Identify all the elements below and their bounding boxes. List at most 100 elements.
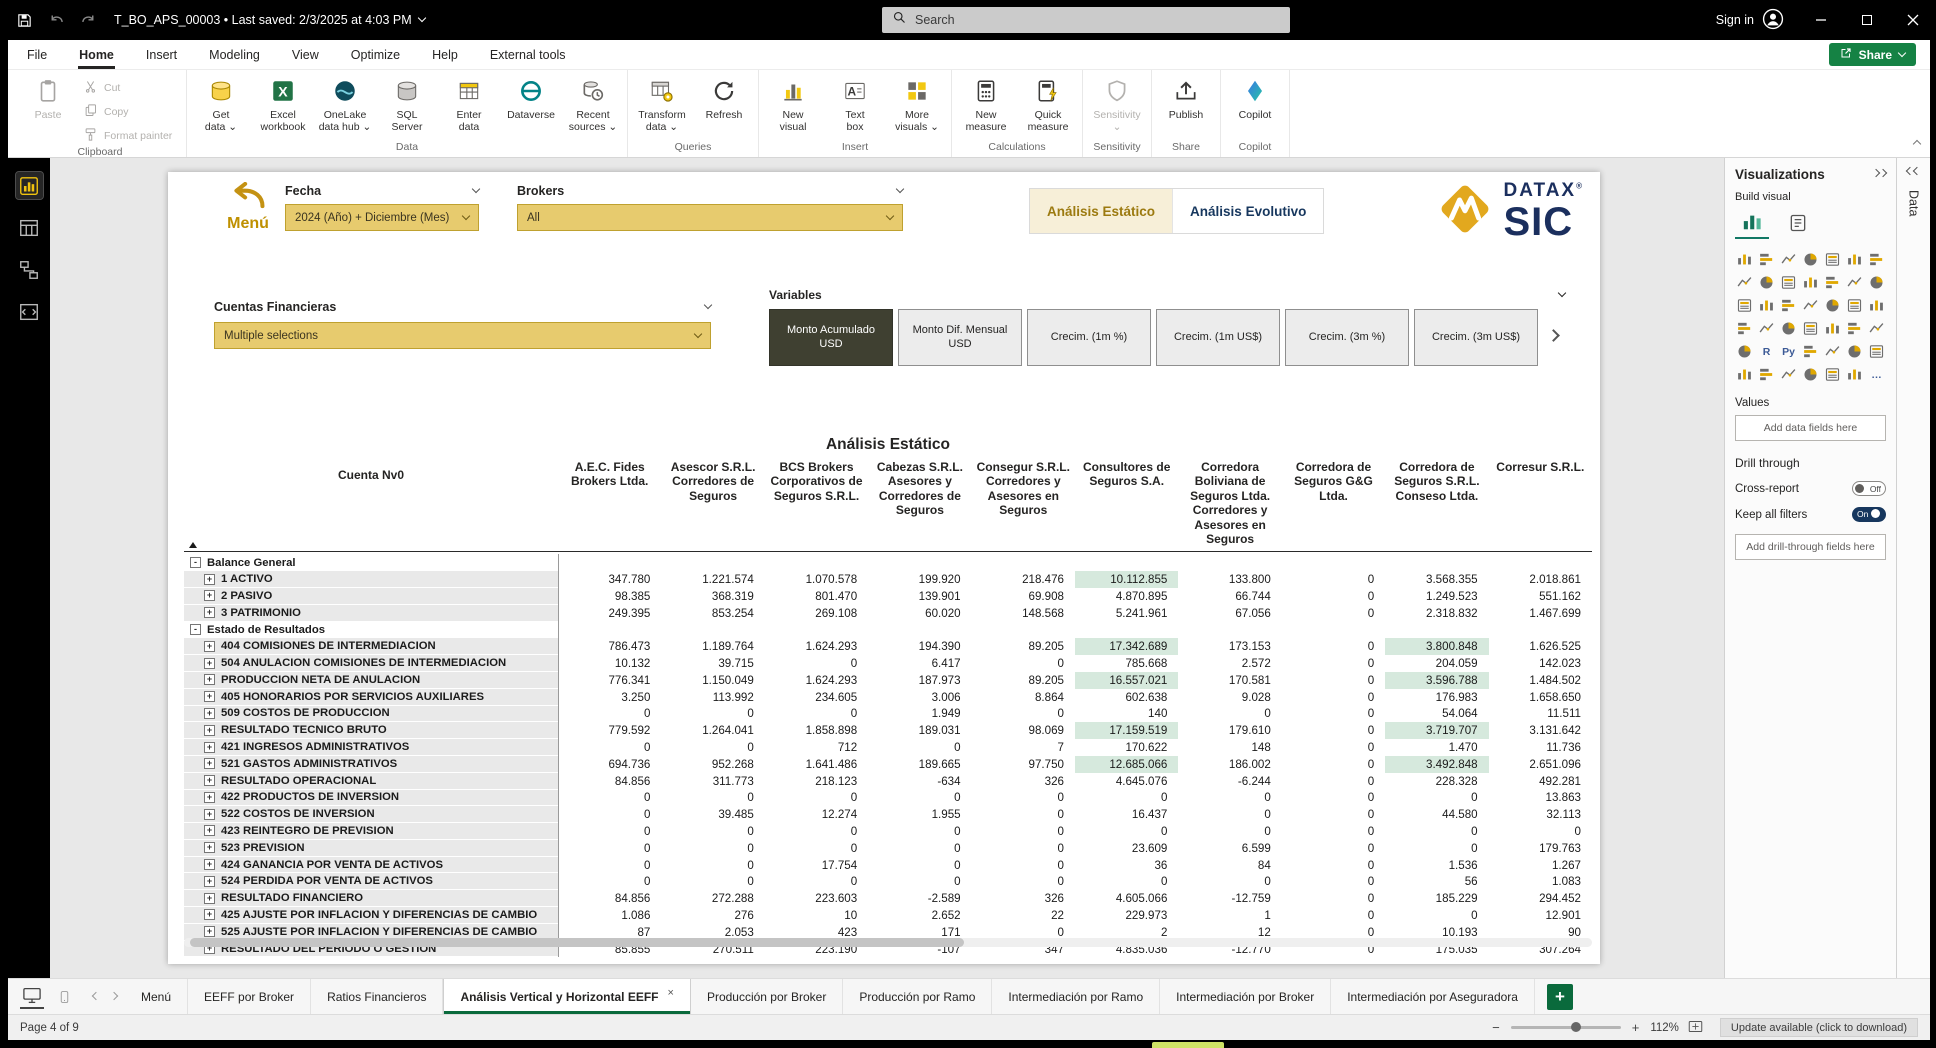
azure-map-icon[interactable] xyxy=(1735,319,1754,338)
100%-stacked-column-chart-icon[interactable] xyxy=(1845,250,1864,269)
column-header[interactable]: A.E.C. Fides Brokers Ltda. xyxy=(558,458,661,548)
mobile-view-icon[interactable] xyxy=(56,985,73,1009)
chevron-down-icon[interactable] xyxy=(472,185,480,193)
search-input[interactable] xyxy=(915,13,1280,27)
key-influencers-icon[interactable] xyxy=(1801,342,1820,361)
variable-button-monto-dif-mensual-usd[interactable]: Monto Dif. Mensual USD xyxy=(898,309,1022,366)
expand-icon[interactable]: + xyxy=(204,708,215,719)
expand-icon[interactable]: + xyxy=(204,658,215,669)
chevron-down-icon[interactable] xyxy=(1558,289,1566,297)
scrollbar-thumb[interactable] xyxy=(190,938,964,947)
ribbon-item-excel-workbook[interactable]: XExcelworkbook xyxy=(252,70,314,141)
paginated-report-icon[interactable] xyxy=(1757,365,1776,384)
gauge-icon[interactable] xyxy=(1757,319,1776,338)
100%-stacked-bar-chart-icon[interactable] xyxy=(1823,250,1842,269)
page-tab-intermediaci-n-por-aseguradora[interactable]: Intermediación por Aseguradora xyxy=(1331,979,1535,1014)
expand-icon[interactable]: + xyxy=(204,574,215,585)
donut-chart-icon[interactable] xyxy=(1779,296,1798,315)
page-tab-ratios-financieros[interactable]: Ratios Financieros xyxy=(311,979,443,1014)
column-header[interactable]: Consultores de Seguros S.A. xyxy=(1075,458,1178,548)
treemap-icon[interactable] xyxy=(1801,296,1820,315)
variable-button-monto-acumulado-usd[interactable]: Monto Acumulado USD xyxy=(769,309,893,366)
ribbon-chart-icon[interactable] xyxy=(1823,273,1842,292)
desktop-view-icon[interactable] xyxy=(20,984,44,1009)
ribbon-item-recent-sources[interactable]: Recentsources ⌄ xyxy=(562,70,624,141)
column-header[interactable]: Corredora Boliviana de Seguros Ltda. Cor… xyxy=(1178,458,1281,548)
expand-icon[interactable]: + xyxy=(204,758,215,769)
map-icon[interactable] xyxy=(1823,296,1842,315)
add-data-fields-dropzone[interactable]: Add data fields here xyxy=(1735,415,1886,441)
data-view-icon[interactable] xyxy=(16,214,43,241)
collapse-icon[interactable]: - xyxy=(190,557,201,568)
analysis-evolutivo-button[interactable]: Análisis Evolutivo xyxy=(1172,189,1323,233)
ribbon-item-text-box[interactable]: ATextbox xyxy=(824,70,886,141)
share-button[interactable]: Share xyxy=(1829,43,1916,66)
qa-visual-icon[interactable] xyxy=(1845,342,1864,361)
page-tab-producci-n-por-ramo[interactable]: Producción por Ramo xyxy=(843,979,992,1014)
variable-button-crecim-1m-us[interactable]: Crecim. (1m US$) xyxy=(1156,309,1280,366)
menu-back-button[interactable]: Menú xyxy=(208,182,288,233)
file-title[interactable]: T_BO_APS_00003 • Last saved: 2/3/2025 at… xyxy=(114,13,425,27)
arcgis-map-icon[interactable] xyxy=(1779,365,1798,384)
expand-icon[interactable]: + xyxy=(204,775,215,786)
build-visual-tab[interactable] xyxy=(1735,209,1769,239)
page-tab-producci-n-por-broker[interactable]: Producción por Broker xyxy=(691,979,843,1014)
variable-button-crecim-1m[interactable]: Crecim. (1m %) xyxy=(1027,309,1151,366)
collapse-ribbon-icon[interactable] xyxy=(1914,133,1920,151)
r-script-visual-icon[interactable]: R xyxy=(1757,342,1776,361)
page-tab-men[interactable]: Menú xyxy=(125,979,188,1014)
maximize-button[interactable] xyxy=(1844,0,1890,40)
column-header[interactable]: Cabezas S.R.L. Asesores y Corredores de … xyxy=(868,458,971,548)
scatter-chart-icon[interactable] xyxy=(1735,296,1754,315)
menu-insert[interactable]: Insert xyxy=(145,42,178,68)
line-and-stacked-column-chart-icon[interactable] xyxy=(1779,273,1798,292)
matrix-icon[interactable] xyxy=(1735,342,1754,361)
update-available-button[interactable]: Update available (click to download) xyxy=(1720,1018,1918,1037)
save-icon[interactable] xyxy=(14,10,34,30)
sign-in-button[interactable]: Sign in xyxy=(1716,8,1784,33)
fecha-dropdown[interactable]: 2024 (Año) + Diciembre (Mes) xyxy=(285,204,479,231)
expand-icon[interactable]: + xyxy=(204,674,215,685)
expand-icon[interactable]: + xyxy=(204,859,215,870)
menu-modeling[interactable]: Modeling xyxy=(208,42,261,68)
ribbon-item-more-visuals[interactable]: Morevisuals ⌄ xyxy=(886,70,948,141)
column-header[interactable]: BCS Brokers Corporativos de Seguros S.R.… xyxy=(765,458,868,548)
ribbon-item-get-data[interactable]: Getdata ⌄ xyxy=(190,70,252,141)
smart-narrative-icon[interactable] xyxy=(1867,342,1886,361)
custom-visual-icon[interactable] xyxy=(1845,365,1864,384)
expand-icon[interactable]: + xyxy=(204,842,215,853)
ribbon-item-dataverse[interactable]: Dataverse xyxy=(500,70,562,141)
line-and-clustered-column-chart-icon[interactable] xyxy=(1801,273,1820,292)
next-page-icon[interactable] xyxy=(111,990,117,1004)
column-header[interactable]: Asescor S.R.L. Corredores de Seguros xyxy=(661,458,764,548)
variables-next-icon[interactable] xyxy=(1549,329,1558,347)
ribbon-item-new-measure[interactable]: Newmeasure xyxy=(955,70,1017,141)
page-tab-intermediaci-n-por-ramo[interactable]: Intermediación por Ramo xyxy=(992,979,1160,1014)
column-header[interactable]: Corredora de Seguros S.R.L. Conseso Ltda… xyxy=(1385,458,1488,548)
menu-file[interactable]: File xyxy=(26,42,48,68)
table-icon[interactable] xyxy=(1867,319,1886,338)
format-visual-tab[interactable] xyxy=(1781,209,1815,239)
expand-icon[interactable]: + xyxy=(204,926,215,937)
menu-help[interactable]: Help xyxy=(431,42,459,68)
pie-chart-icon[interactable] xyxy=(1757,296,1776,315)
expand-icon[interactable]: + xyxy=(204,792,215,803)
stacked-area-chart-icon[interactable] xyxy=(1757,273,1776,292)
variable-button-crecim-3m-us[interactable]: Crecim. (3m US$) xyxy=(1414,309,1538,366)
menu-optimize[interactable]: Optimize xyxy=(350,42,401,68)
metrics-icon[interactable] xyxy=(1735,365,1754,384)
power-apps-icon[interactable] xyxy=(1801,365,1820,384)
kpi-icon[interactable] xyxy=(1823,319,1842,338)
python-visual-icon[interactable]: Py xyxy=(1779,342,1798,361)
minimize-button[interactable] xyxy=(1798,0,1844,40)
add-page-button[interactable]: + xyxy=(1547,984,1573,1010)
zoom-in-button[interactable]: + xyxy=(1630,1020,1642,1035)
model-view-icon[interactable] xyxy=(16,256,43,283)
close-button[interactable] xyxy=(1890,0,1936,40)
column-header[interactable]: Corresur S.R.L. xyxy=(1489,458,1592,548)
column-header[interactable]: Corredora de Seguros G&G Ltda. xyxy=(1282,458,1385,548)
expand-icon[interactable]: + xyxy=(204,725,215,736)
cross-report-toggle[interactable]: Off xyxy=(1852,481,1886,496)
menu-home[interactable]: Home xyxy=(78,42,115,68)
expand-icon[interactable]: + xyxy=(204,876,215,887)
